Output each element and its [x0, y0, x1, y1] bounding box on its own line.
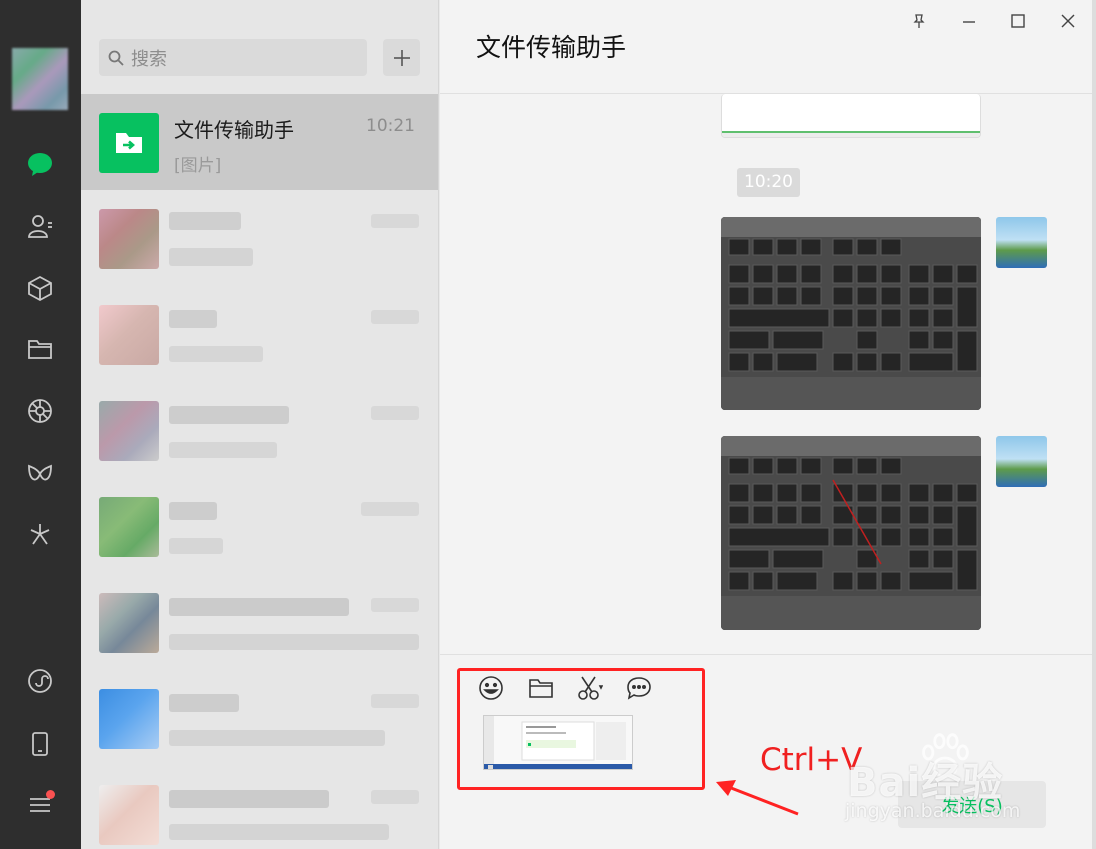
blurred-avatar — [99, 401, 159, 461]
background-window-edge — [1092, 0, 1096, 849]
image-message-keyboard[interactable] — [721, 436, 981, 630]
contacts-icon[interactable] — [24, 210, 56, 242]
user-avatar[interactable] — [12, 48, 68, 110]
channels-icon[interactable] — [24, 458, 56, 490]
conversation-name: 文件传输助手 — [174, 118, 294, 142]
conversation-item-blurred[interactable] — [81, 478, 438, 574]
my-avatar[interactable] — [996, 217, 1047, 268]
search-discover-icon[interactable] — [24, 518, 56, 550]
nav-rail — [0, 0, 81, 849]
close-icon — [1061, 14, 1075, 28]
folder-arrow-icon — [116, 133, 142, 153]
conversation-time: 10:21 — [366, 116, 415, 136]
conversation-item-blurred[interactable] — [81, 766, 438, 849]
conversation-item-blurred[interactable] — [81, 574, 438, 670]
conversation-list: 搜索 文件传输助手 10:21 [图片] — [81, 0, 439, 849]
conversation-preview: [图片] — [174, 156, 222, 176]
menu-icon[interactable] — [24, 789, 56, 821]
search-input[interactable]: 搜索 — [99, 39, 367, 76]
file-transfer-avatar — [99, 113, 159, 173]
blurred-avatar — [99, 209, 159, 269]
conversation-item-blurred[interactable] — [81, 382, 438, 478]
annotation-arrow — [716, 780, 799, 816]
blurred-avatar — [99, 593, 159, 653]
conversation-item-blurred[interactable] — [81, 670, 438, 766]
plus-icon — [393, 49, 410, 66]
mini-programs-icon[interactable] — [24, 665, 56, 697]
pin-icon — [913, 14, 925, 28]
moments-icon[interactable] — [24, 395, 56, 427]
blurred-avatar — [99, 689, 159, 749]
message-timestamp: 10:20 — [737, 168, 800, 197]
chat-title: 文件传输助手 — [476, 33, 627, 62]
blurred-avatar — [99, 785, 159, 845]
favorites-icon[interactable] — [24, 272, 56, 304]
conversation-item-blurred[interactable] — [81, 286, 438, 382]
phone-icon[interactable] — [24, 728, 56, 760]
pin-button[interactable] — [906, 8, 932, 34]
my-avatar[interactable] — [996, 436, 1047, 487]
files-icon[interactable] — [24, 333, 56, 365]
add-button[interactable] — [383, 39, 420, 76]
keyboard-photo — [721, 217, 981, 410]
search-icon — [108, 50, 124, 66]
chat-icon[interactable] — [24, 148, 56, 180]
image-message-keyboard[interactable] — [721, 217, 981, 410]
image-message-spreadsheet[interactable] — [721, 94, 981, 138]
minimize-button[interactable] — [956, 8, 982, 34]
keyboard-photo — [721, 436, 981, 630]
notification-dot — [46, 790, 55, 799]
chat-header: 文件传输助手 — [440, 0, 1092, 94]
close-button[interactable] — [1055, 8, 1081, 34]
watermark: Bai经验 jingyan.baidu.com — [837, 730, 1047, 830]
maximize-icon — [1011, 14, 1025, 28]
blurred-avatar — [99, 497, 159, 557]
search-placeholder: 搜索 — [131, 48, 167, 70]
maximize-button[interactable] — [1005, 8, 1031, 34]
blurred-avatar — [99, 305, 159, 365]
conversation-item-blurred[interactable] — [81, 190, 438, 286]
minimize-icon — [963, 21, 975, 23]
highlight-box — [457, 668, 705, 790]
watermark-url: jingyan.baidu.com — [845, 800, 1021, 822]
conversation-item-file-transfer[interactable]: 文件传输助手 10:21 [图片] — [81, 94, 438, 190]
